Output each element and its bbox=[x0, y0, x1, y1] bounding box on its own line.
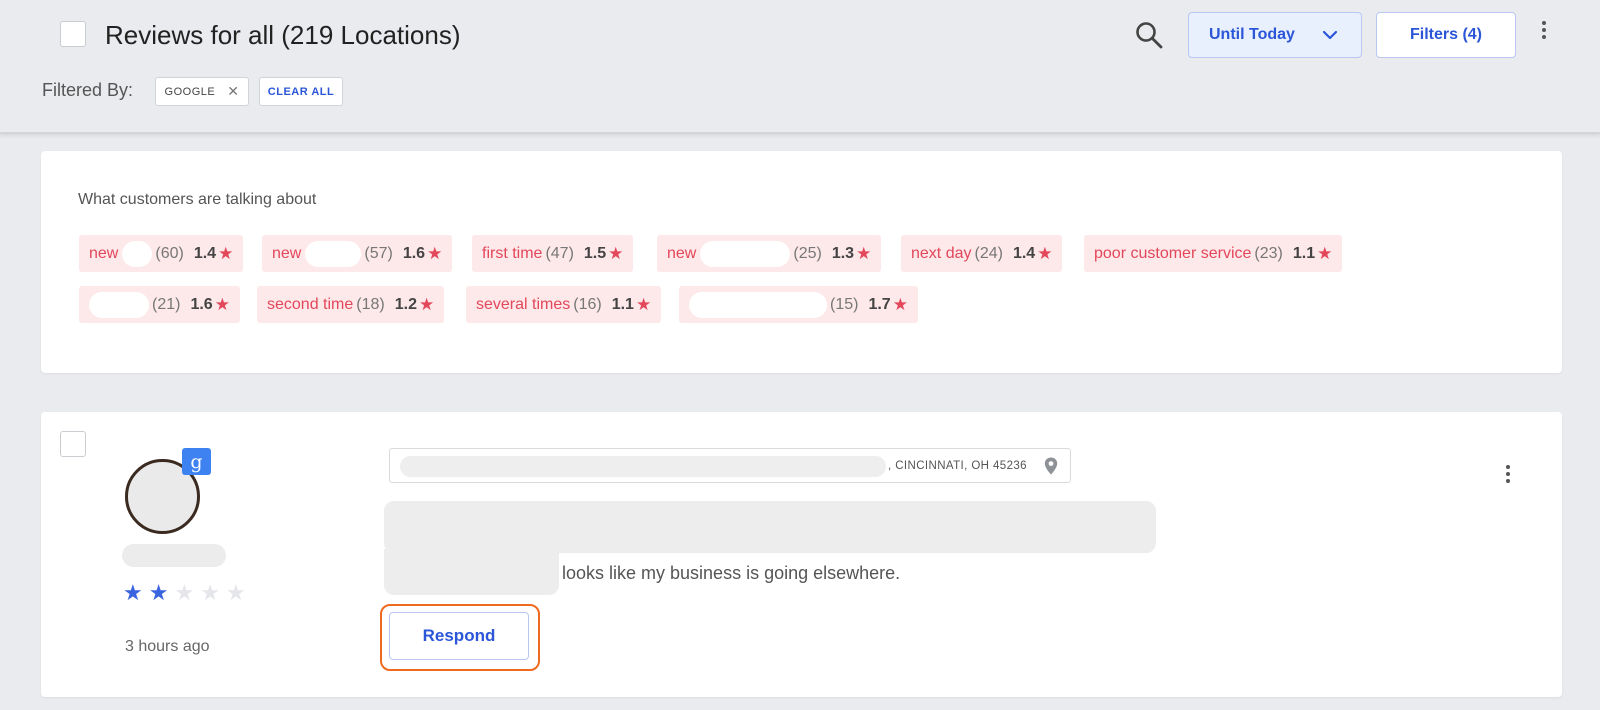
star-icon: ★ bbox=[218, 243, 234, 263]
filtered-by-label: Filtered By: bbox=[42, 80, 134, 100]
topics-title: What customers are talking about bbox=[78, 191, 317, 208]
topic-label: second time bbox=[267, 295, 354, 313]
topic-count: (25) bbox=[793, 244, 822, 262]
topic-tag[interactable]: new (60) 1.4 ★ bbox=[79, 235, 244, 272]
redacted-text bbox=[689, 291, 827, 318]
topic-tag[interactable]: first time (47) 1.5 ★ bbox=[472, 235, 634, 272]
topic-tag[interactable]: (15) 1.7 ★ bbox=[679, 286, 918, 323]
topic-count: (24) bbox=[974, 244, 1003, 262]
date-range-label: Until Today bbox=[1209, 26, 1295, 43]
topic-rating: 1.4 bbox=[193, 244, 217, 262]
review-checkbox[interactable] bbox=[60, 431, 86, 457]
date-range-dropdown[interactable]: Until Today bbox=[1188, 12, 1362, 58]
star-icon: ★ bbox=[148, 580, 169, 605]
review-text-redacted bbox=[384, 549, 559, 595]
topic-tag[interactable]: second time (18) 1.2 ★ bbox=[257, 286, 445, 323]
topic-count: (18) bbox=[356, 295, 385, 313]
star-icon: ★ bbox=[608, 243, 624, 263]
more-vertical-icon[interactable] bbox=[1534, 20, 1554, 40]
select-all-checkbox[interactable] bbox=[60, 21, 86, 47]
star-icon: ★ bbox=[200, 580, 220, 605]
topic-label: several times bbox=[476, 295, 571, 313]
filter-chip-google[interactable]: GOOGLE ✕ bbox=[155, 77, 249, 106]
location-address: , CINCINNATI, OH 45236 bbox=[888, 460, 1027, 472]
star-icon: ★ bbox=[418, 294, 435, 314]
topic-rating: 1.4 bbox=[1012, 244, 1036, 262]
topic-rating: 1.6 bbox=[402, 244, 426, 262]
topic-count: (23) bbox=[1254, 244, 1283, 262]
topic-label: first time bbox=[482, 244, 543, 262]
topic-rating: 1.3 bbox=[831, 244, 855, 262]
location-name-redacted bbox=[400, 456, 886, 477]
topic-label: new bbox=[272, 244, 302, 262]
topic-rating: 1.1 bbox=[1292, 244, 1316, 262]
topic-count: (16) bbox=[573, 295, 602, 313]
page-header: Reviews for all (219 Locations) Until To… bbox=[0, 0, 1600, 134]
topic-rating: 1.7 bbox=[868, 295, 891, 313]
review-timestamp: 3 hours ago bbox=[125, 638, 210, 655]
respond-button[interactable]: Respond bbox=[389, 612, 529, 660]
topic-count: (57) bbox=[364, 244, 393, 262]
review-text-redacted bbox=[384, 501, 1156, 553]
filter-chip-label: GOOGLE bbox=[164, 85, 216, 98]
topic-rating: 1.5 bbox=[583, 244, 607, 262]
topic-rating: 1.6 bbox=[190, 295, 213, 313]
close-icon[interactable]: ✕ bbox=[227, 83, 239, 100]
star-icon: ★ bbox=[892, 294, 908, 314]
star-icon: ★ bbox=[635, 294, 652, 314]
clear-all-label: CLEAR ALL bbox=[267, 85, 335, 98]
topic-count: (21) bbox=[152, 295, 181, 313]
topics-card: What customers are talking about new (60… bbox=[41, 151, 1562, 373]
topic-count: (15) bbox=[830, 295, 859, 313]
topic-count: (47) bbox=[545, 244, 574, 262]
chevron-down-icon bbox=[1322, 30, 1338, 40]
redacted-text bbox=[89, 291, 149, 318]
topic-tag[interactable]: new (57) 1.6 ★ bbox=[262, 235, 453, 272]
star-icon: ★ bbox=[225, 580, 246, 605]
topic-tag[interactable]: (21) 1.6 ★ bbox=[79, 286, 240, 323]
star-icon: ★ bbox=[174, 580, 195, 605]
topic-tag[interactable]: new (25) 1.3 ★ bbox=[657, 235, 882, 272]
star-icon: ★ bbox=[1037, 243, 1053, 263]
search-icon[interactable] bbox=[1134, 20, 1164, 50]
page-title: Reviews for all (219 Locations) bbox=[105, 20, 461, 50]
redacted-text bbox=[700, 240, 791, 267]
topic-label: next day bbox=[911, 244, 972, 262]
location-field[interactable]: , CINCINNATI, OH 45236 bbox=[389, 448, 1071, 483]
topic-tag[interactable]: several times (16) 1.1 ★ bbox=[466, 286, 662, 323]
redacted-text bbox=[122, 240, 153, 267]
redacted-text bbox=[305, 240, 362, 267]
star-icon: ★ bbox=[856, 243, 872, 263]
star-rating: ★ ★ ★ ★ ★ bbox=[123, 580, 246, 606]
map-pin-icon bbox=[1044, 457, 1058, 475]
filters-button[interactable]: Filters (4) bbox=[1376, 12, 1516, 58]
star-icon: ★ bbox=[1317, 243, 1333, 263]
more-vertical-icon[interactable] bbox=[1498, 464, 1518, 484]
topic-rating: 1.1 bbox=[611, 295, 634, 313]
review-card: g ★ ★ ★ ★ ★ 3 hours ago , CINCINNATI, OH… bbox=[41, 412, 1562, 697]
topic-label: new bbox=[89, 244, 119, 262]
topic-label: new bbox=[667, 244, 697, 262]
google-icon: g bbox=[182, 448, 211, 475]
topic-count: (60) bbox=[155, 244, 184, 262]
topic-tag[interactable]: next day (24) 1.4 ★ bbox=[901, 235, 1063, 272]
star-icon: ★ bbox=[123, 580, 143, 605]
clear-all-button[interactable]: CLEAR ALL bbox=[259, 77, 343, 106]
topic-rating: 1.2 bbox=[394, 295, 417, 313]
star-icon: ★ bbox=[214, 294, 230, 314]
topic-tag[interactable]: poor customer service (23) 1.1 ★ bbox=[1084, 235, 1343, 272]
reviewer-name-redacted bbox=[122, 544, 226, 567]
star-icon: ★ bbox=[427, 243, 443, 263]
filters-label: Filters (4) bbox=[1409, 26, 1482, 43]
topic-label: poor customer service bbox=[1094, 244, 1252, 262]
review-text: looks like my business is going elsewher… bbox=[562, 563, 901, 583]
respond-label: Respond bbox=[422, 626, 496, 645]
